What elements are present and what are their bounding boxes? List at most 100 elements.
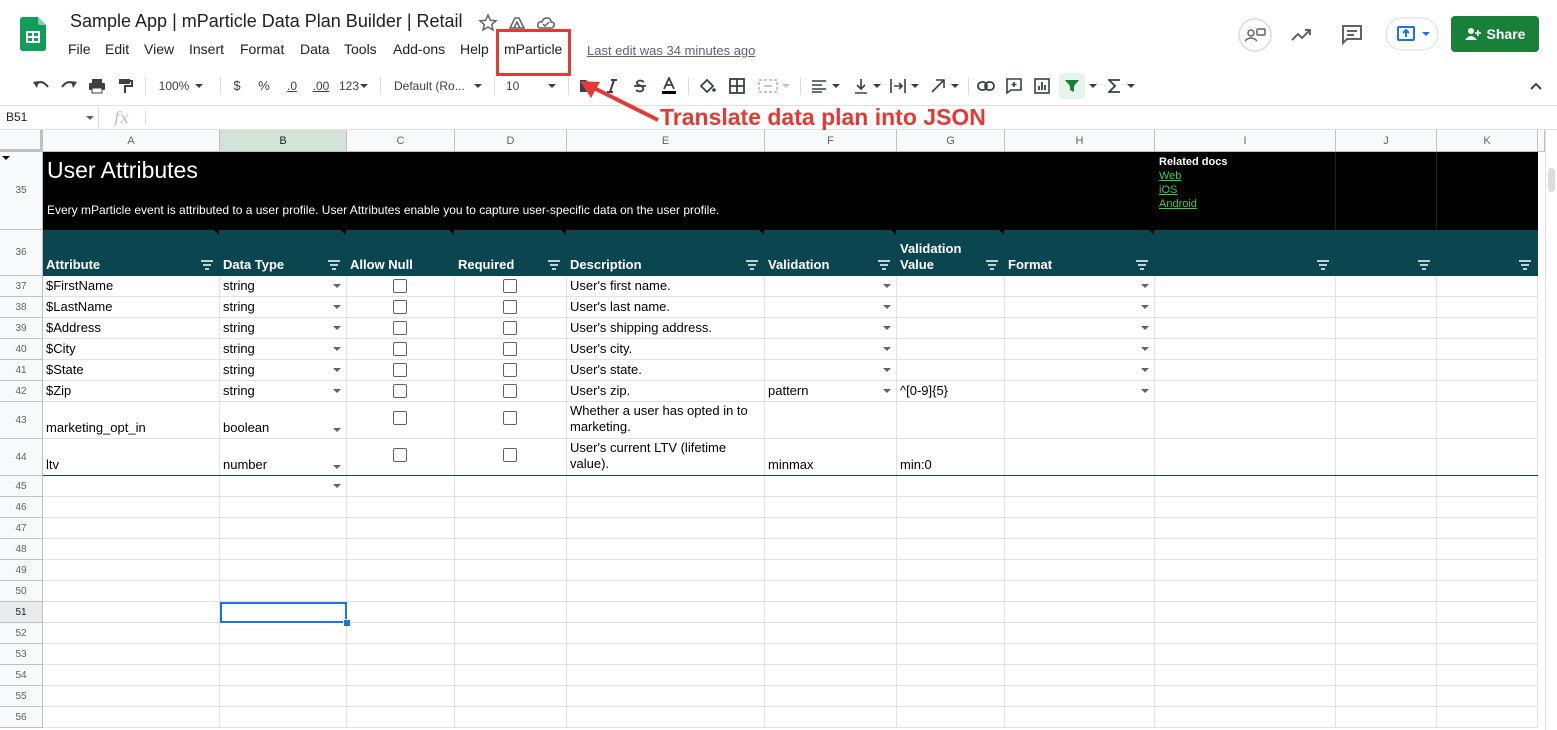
empty-cell[interactable] [897,686,1005,707]
text-rotation-button[interactable] [928,66,962,105]
column-header-b[interactable]: B [220,130,347,152]
data-type-select[interactable]: string [220,276,347,297]
chevron-down-icon[interactable] [333,368,341,372]
chevron-down-icon[interactable] [1141,326,1149,330]
header-cell-empty[interactable] [1336,230,1437,276]
horizontal-align-button[interactable] [808,66,844,105]
column-filter-icon[interactable] [1136,260,1148,270]
attribute-cell[interactable]: $Address [43,318,220,339]
chevron-down-icon[interactable] [333,465,341,469]
empty-cell[interactable] [43,707,220,728]
doc-link-web[interactable]: Web [1159,170,1181,182]
validation-select[interactable] [765,318,897,339]
allow-null-cell[interactable] [347,297,455,318]
required-cell[interactable] [455,402,567,439]
empty-cell[interactable] [1437,476,1538,497]
data-type-select[interactable]: string [220,381,347,402]
chevron-down-icon[interactable] [1141,368,1149,372]
empty-cell[interactable] [1155,439,1336,476]
column-header-g[interactable]: G [897,130,1005,152]
percent-format-button[interactable]: % [255,66,273,105]
empty-cell[interactable] [1155,686,1336,707]
doc-link-ios[interactable]: iOS [1159,184,1177,196]
empty-cell[interactable] [1336,539,1437,560]
empty-cell[interactable] [1005,581,1155,602]
empty-cell[interactable] [897,665,1005,686]
row-header-36[interactable]: 36 [0,230,43,276]
data-type-select[interactable]: string [220,297,347,318]
checkbox[interactable] [503,300,517,314]
empty-cell[interactable] [1005,602,1155,623]
empty-cell[interactable] [455,497,567,518]
select-all-corner[interactable] [0,130,43,152]
insert-link-button[interactable] [975,66,997,105]
empty-cell[interactable] [765,518,897,539]
empty-cell[interactable] [567,644,765,665]
empty-cell[interactable] [765,476,897,497]
empty-cell[interactable] [220,518,347,539]
description-cell[interactable]: User's zip. [567,381,765,402]
empty-cell[interactable] [1437,539,1538,560]
empty-cell[interactable] [455,539,567,560]
scrollbar-thumb[interactable] [1548,168,1555,192]
checkbox[interactable] [393,342,407,356]
empty-cell[interactable] [1336,644,1437,665]
row-header-35[interactable]: 35 [0,152,43,230]
row-header-52[interactable]: 52 [0,623,43,644]
empty-cell[interactable] [1336,560,1437,581]
empty-cell[interactable] [765,623,897,644]
empty-cell[interactable] [1437,518,1538,539]
chevron-down-icon[interactable] [883,389,891,393]
description-cell[interactable]: User's current LTV (lifetime value). [567,439,765,476]
empty-cell[interactable] [1437,665,1538,686]
format-select[interactable] [1005,297,1155,318]
validation-select[interactable] [765,402,897,439]
empty-cell[interactable] [347,623,455,644]
row-header-54[interactable]: 54 [0,665,43,686]
empty-cell[interactable] [1005,539,1155,560]
empty-cell[interactable] [1336,518,1437,539]
sheets-logo-icon[interactable] [20,17,46,51]
empty-cell[interactable] [897,518,1005,539]
empty-cell[interactable] [347,707,455,728]
empty-cell[interactable] [567,623,765,644]
chevron-down-icon[interactable] [333,347,341,351]
column-header-k[interactable]: K [1437,130,1538,152]
empty-cell[interactable] [1437,644,1538,665]
chevron-down-icon[interactable] [883,284,891,288]
checkbox[interactable] [393,411,407,425]
chevron-down-icon[interactable] [333,305,341,309]
empty-cell[interactable] [1336,476,1437,497]
empty-cell[interactable] [897,623,1005,644]
empty-cell[interactable] [1155,497,1336,518]
empty-cell[interactable] [765,581,897,602]
empty-cell[interactable] [1336,602,1437,623]
column-filter-icon[interactable] [328,260,340,270]
validation-value-cell[interactable]: min:0 [897,439,1005,476]
format-select[interactable] [1005,339,1155,360]
empty-cell[interactable] [1155,707,1336,728]
checkbox[interactable] [503,411,517,425]
merge-cells-button[interactable] [756,66,792,105]
column-header-h[interactable]: H [1005,130,1155,152]
checkbox[interactable] [503,448,517,462]
empty-cell[interactable] [43,602,220,623]
row-header-37[interactable]: 37 [0,276,43,297]
empty-cell[interactable] [1155,665,1336,686]
chevron-down-icon[interactable] [333,326,341,330]
empty-cell[interactable] [1437,276,1538,297]
attribute-cell[interactable]: $City [43,339,220,360]
empty-cell[interactable] [455,707,567,728]
empty-cell[interactable] [1336,297,1437,318]
validation-value-cell[interactable] [897,360,1005,381]
empty-cell[interactable] [1336,707,1437,728]
header-cell-required[interactable]: Required [455,230,567,276]
chevron-down-icon[interactable] [333,389,341,393]
empty-cell[interactable] [765,539,897,560]
empty-cell[interactable] [347,602,455,623]
header-cell-empty[interactable] [1437,230,1538,276]
empty-cell[interactable] [455,686,567,707]
column-header-c[interactable]: C [347,130,455,152]
empty-cell[interactable] [567,581,765,602]
empty-cell[interactable] [347,539,455,560]
